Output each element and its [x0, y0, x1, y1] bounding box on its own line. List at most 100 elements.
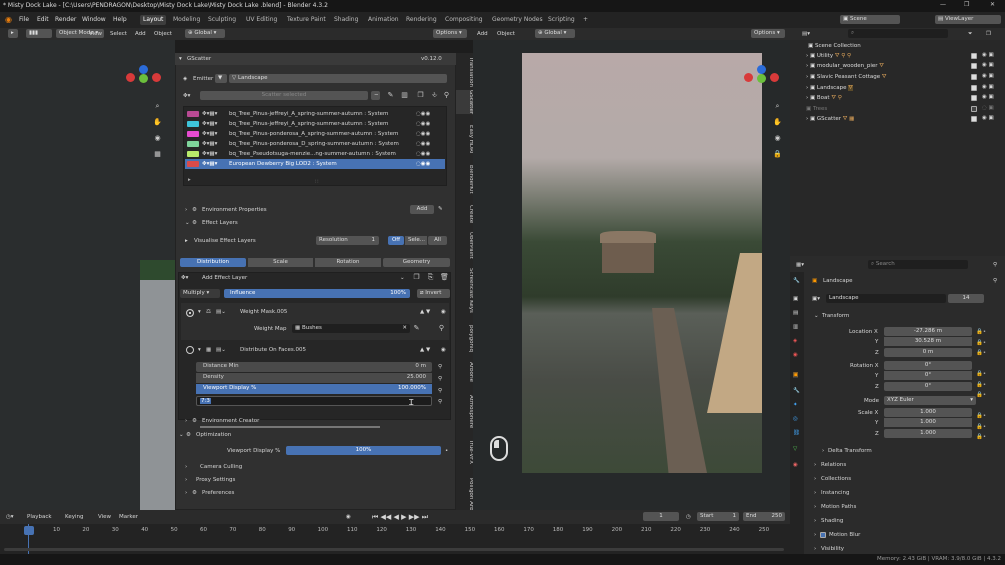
- properties-search[interactable]: ⌕ Search: [868, 260, 968, 269]
- tab-scripting[interactable]: Scripting: [545, 15, 578, 25]
- rotation-z-field[interactable]: 0°: [884, 382, 972, 391]
- sidebar-tab-arborie[interactable]: Arborie: [456, 362, 474, 382]
- weight-map-field[interactable]: ▦ Bushes ✕: [292, 324, 410, 333]
- tab-geometry[interactable]: Geometry: [383, 258, 450, 267]
- menu-keying[interactable]: Keying: [65, 514, 83, 520]
- influence-slider[interactable]: Influence 100%: [224, 289, 410, 298]
- outliner-row-pier[interactable]: › ▣ modular_wooden_pier ⛛: [806, 63, 884, 70]
- close-icon[interactable]: ✕: [990, 1, 995, 8]
- sidebar-tab-blenderkit[interactable]: BlenderKit: [456, 165, 474, 194]
- maximize-icon[interactable]: ❐: [964, 1, 969, 8]
- tab-rotation[interactable]: Rotation: [315, 258, 381, 267]
- tab-compositing[interactable]: Compositing: [442, 15, 486, 25]
- editor-type-icon[interactable]: ▦▾: [796, 262, 804, 268]
- menu-marker[interactable]: Marker: [119, 514, 138, 520]
- copy-layer-icon[interactable]: ❐: [412, 273, 421, 282]
- list-item[interactable]: ✥▾▦▾ bq_Tree_Pinus-jeffreyi_A_spring-sum…: [184, 119, 446, 129]
- list-item-selected[interactable]: ✥▾▦▾ European Dewberry Big LOD2 : System…: [185, 159, 445, 169]
- sidebar-tab-translation[interactable]: Translation: [456, 57, 474, 87]
- viewport-left[interactable]: [0, 40, 175, 510]
- relations-expand-icon[interactable]: ›: [814, 462, 816, 468]
- tab-modeling[interactable]: Modeling: [170, 15, 203, 25]
- add-env-button[interactable]: Add: [410, 205, 434, 214]
- navigation-gizmo-right[interactable]: [742, 65, 782, 105]
- object-name-field[interactable]: Landscape: [826, 294, 946, 303]
- paste-layer-icon[interactable]: ⎘: [426, 273, 435, 282]
- collapse-icon[interactable]: ▾: [179, 56, 182, 62]
- object-tab-icon[interactable]: ▣: [793, 372, 799, 378]
- data-tab-icon[interactable]: ▽: [793, 446, 797, 452]
- blender-logo-icon[interactable]: ◉: [5, 15, 12, 24]
- list-resize-handle[interactable]: ∷: [315, 179, 319, 185]
- sidebar-tab-create[interactable]: Create: [456, 205, 474, 223]
- world-tab-icon[interactable]: ◉: [793, 352, 798, 358]
- rotation-x-field[interactable]: 0°: [884, 361, 972, 370]
- pin-icon[interactable]: ⚲: [993, 278, 997, 284]
- visibility-icons[interactable]: ◌◉◉: [416, 161, 430, 167]
- scale-y-field[interactable]: 1.000: [884, 418, 972, 427]
- render-tab-icon[interactable]: ▣: [793, 296, 798, 302]
- proxy-expand-icon[interactable]: ›: [185, 477, 187, 483]
- vis-all-button[interactable]: All: [428, 236, 447, 245]
- sidebar-tab-uberpaint[interactable]: UberPaint: [456, 232, 474, 259]
- scale-z-field[interactable]: 1.000: [884, 429, 972, 438]
- material-tab-icon[interactable]: ◉: [793, 462, 798, 468]
- menu-window[interactable]: Window: [82, 16, 106, 23]
- end-frame-field[interactable]: End 250: [743, 512, 785, 521]
- lock-icon[interactable]: 🔒: [773, 150, 782, 159]
- delta-transform-expand-icon[interactable]: ›: [822, 448, 824, 454]
- output-tab-icon[interactable]: ▤: [793, 310, 798, 316]
- pan-hand-icon[interactable]: ✋: [773, 118, 782, 127]
- instancing-label[interactable]: Instancing: [821, 490, 850, 496]
- collections-expand-icon[interactable]: ›: [814, 476, 816, 482]
- duplicate-icon[interactable]: ❐: [416, 91, 425, 100]
- layer-expand-icon[interactable]: ▾: [198, 347, 201, 353]
- rotation-y-field[interactable]: 0°: [884, 371, 972, 380]
- invert-toggle[interactable]: ⧄ Invert: [417, 289, 450, 298]
- lock-column-icons[interactable]: 🔒• 🔒• 🔒• 🔒• 🔒• 🔒• 🔒• 🔒• 🔒•: [976, 327, 996, 440]
- scatter-tools-icon[interactable]: ✥▾: [183, 93, 190, 99]
- preview-range-icon[interactable]: ◷: [686, 514, 691, 520]
- eyedropper-icon[interactable]: ⚲: [437, 324, 446, 333]
- options-button[interactable]: Options ▾: [751, 29, 785, 38]
- motion-paths-label[interactable]: Motion Paths: [821, 504, 856, 510]
- sidebar-tab-true-vfx[interactable]: True-VFX: [456, 440, 474, 464]
- tab-distribution[interactable]: Distribution: [180, 258, 246, 267]
- physics-tab-icon[interactable]: ◎: [793, 416, 798, 422]
- outliner-row-trees[interactable]: ▣ Trees: [806, 106, 827, 112]
- new-collection-icon[interactable]: ❐: [986, 31, 991, 37]
- sidebar-tab-easy-hdri[interactable]: Easy HDRI: [456, 125, 474, 154]
- transform-label[interactable]: Transform: [822, 313, 849, 319]
- proxy-settings-label[interactable]: Proxy Settings: [196, 477, 235, 483]
- anim-dot-icon[interactable]: ⚲: [438, 388, 442, 394]
- sidebar-tab-screencast[interactable]: Screencast Keys: [456, 268, 474, 313]
- anim-dot-icon[interactable]: ⚲: [438, 364, 442, 370]
- opt-viewport-slider[interactable]: 100%: [286, 446, 441, 455]
- layer-tools-icon[interactable]: ✥▾: [181, 275, 188, 281]
- move-layer-icons[interactable]: ▲ ▼: [420, 309, 430, 315]
- outliner-search[interactable]: ⌕: [848, 29, 948, 38]
- location-y-field[interactable]: 30.528 m: [884, 337, 972, 346]
- visibility-expand-icon[interactable]: ›: [814, 546, 816, 552]
- list-item[interactable]: ✥▾▦▾ bq_Tree_Pinus-ponderosa_A_spring-su…: [184, 129, 446, 139]
- panel-scrollbar[interactable]: [200, 426, 380, 428]
- visibility-icons[interactable]: ◌◉◉: [416, 121, 430, 127]
- motion-blur-expand-icon[interactable]: ›: [814, 532, 816, 538]
- menu-select[interactable]: Select: [110, 31, 127, 37]
- tab-sculpting[interactable]: Sculpting: [205, 15, 239, 25]
- instancing-expand-icon[interactable]: ›: [814, 490, 816, 496]
- modifier-tab-icon[interactable]: 🔧: [793, 388, 800, 394]
- navigation-gizmo[interactable]: [124, 65, 164, 105]
- menu-object[interactable]: Object: [154, 31, 172, 37]
- current-frame-field[interactable]: 1: [643, 512, 679, 521]
- tab-animation[interactable]: Animation: [365, 15, 402, 25]
- env-props-expand-icon[interactable]: ›: [185, 207, 187, 213]
- distribute-label[interactable]: Distribute On Faces.005: [240, 347, 306, 353]
- vis-selected-button[interactable]: Sele...: [405, 236, 427, 245]
- outliner-row-scene-collection[interactable]: ▣ Scene Collection: [808, 43, 861, 49]
- visibility-icons[interactable]: ◌◉◉: [416, 151, 430, 157]
- visualise-expand-icon[interactable]: ▸: [185, 238, 188, 244]
- timeline-area[interactable]: 1102030405060708090100110120130140150160…: [0, 524, 790, 554]
- pan-hand-icon[interactable]: ✋: [153, 118, 162, 127]
- select-mode-buttons[interactable]: ▮▮▮: [26, 29, 52, 38]
